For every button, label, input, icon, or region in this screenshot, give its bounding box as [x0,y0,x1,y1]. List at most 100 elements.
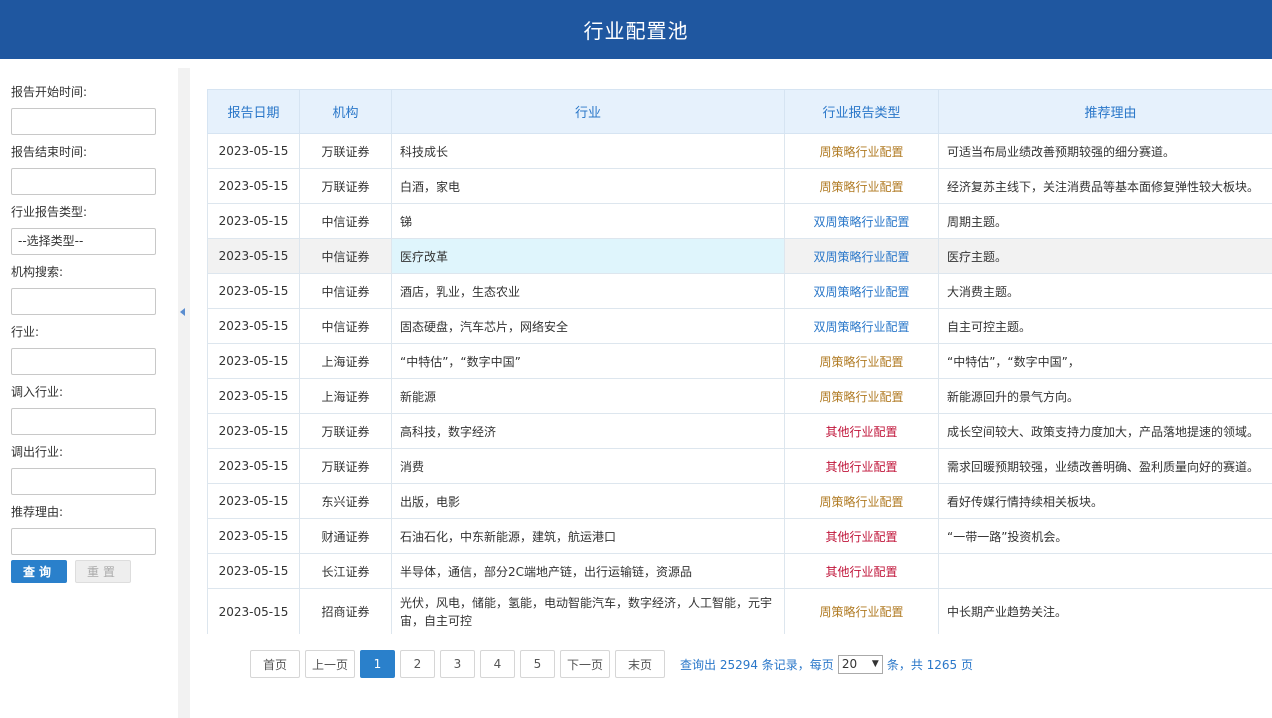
cell-industry: “中特估”，“数字中国” [391,343,785,379]
page-button-4[interactable]: 4 [480,650,515,678]
cell-date: 2023-05-15 [207,518,300,554]
in-industry-input[interactable] [11,408,156,435]
cell-org: 万联证券 [299,168,392,204]
filter-report-type: 行业报告类型: --选择类型-- [11,203,156,255]
cell-report-type: 双周策略行业配置 [784,308,939,344]
cell-org: 万联证券 [299,413,392,449]
table-row[interactable]: 2023-05-15 万联证券 白酒，家电 周策略行业配置 经济复苏主线下，关注… [207,168,1272,204]
next-page-button[interactable]: 下一页 [560,650,610,678]
cell-industry: 出版，电影 [391,483,785,519]
summary-prefix: 查询出 25294 条记录，每页 [680,657,834,672]
cell-report-type: 其他行业配置 [784,448,939,484]
cell-report-type: 其他行业配置 [784,553,939,589]
cell-report-type: 其他行业配置 [784,413,939,449]
report-type-label: 行业报告类型: [11,205,88,219]
cell-org: 中信证券 [299,238,392,274]
reset-button[interactable]: 重置 [75,560,131,583]
org-search-input[interactable] [11,288,156,315]
cell-reason: 经济复苏主线下，关注消费品等基本面修复弹性较大板块。 [938,168,1272,204]
cell-date: 2023-05-15 [207,413,300,449]
cell-org: 中信证券 [299,308,392,344]
cell-industry: 白酒，家电 [391,168,785,204]
reason-input[interactable] [11,528,156,555]
industry-label: 行业: [11,325,40,339]
page-button-2[interactable]: 2 [400,650,435,678]
cell-date: 2023-05-15 [207,553,300,589]
cell-date: 2023-05-15 [207,483,300,519]
prev-page-button[interactable]: 上一页 [305,650,355,678]
out-industry-input[interactable] [11,468,156,495]
cell-date: 2023-05-15 [207,343,300,379]
summary-suffix: 条，共 1265 页 [886,657,973,672]
cell-report-type: 周策略行业配置 [784,343,939,379]
filter-in-industry: 调入行业: [11,383,156,435]
end-date-input[interactable] [11,168,156,195]
page-button-1[interactable]: 1 [360,650,395,678]
table-row[interactable]: 2023-05-15 上海证券 “中特估”，“数字中国” 周策略行业配置 “中特… [207,343,1272,379]
reason-label: 推荐理由: [11,505,64,519]
cell-industry: 高科技，数字经济 [391,413,785,449]
filter-industry: 行业: [11,323,156,375]
table-row[interactable]: 2023-05-15 中信证券 固态硬盘，汽车芯片，网络安全 双周策略行业配置 … [207,308,1272,344]
page-button-5[interactable]: 5 [520,650,555,678]
cell-date: 2023-05-15 [207,273,300,309]
in-industry-label: 调入行业: [11,385,64,399]
cell-org: 中信证券 [299,203,392,239]
org-search-label: 机构搜索: [11,265,64,279]
report-type-select[interactable]: --选择类型-- [11,228,156,255]
filter-end-date: 报告结束时间: [11,143,156,195]
table-row[interactable]: 2023-05-15 东兴证券 出版，电影 周策略行业配置 看好传媒行情持续相关… [207,483,1272,519]
table-row[interactable]: 2023-05-15 上海证券 新能源 周策略行业配置 新能源回升的景气方向。 [207,378,1272,414]
cell-reason: 医疗主题。 [938,238,1272,274]
cell-date: 2023-05-15 [207,378,300,414]
table-row[interactable]: 2023-05-15 中信证券 锑 双周策略行业配置 周期主题。 [207,203,1272,239]
table-row[interactable]: 2023-05-15 财通证券 石油石化，中东新能源，建筑，航运港口 其他行业配… [207,518,1272,554]
start-date-input[interactable] [11,108,156,135]
table-row[interactable]: 2023-05-15 万联证券 科技成长 周策略行业配置 可适当布局业绩改善预期… [207,133,1272,169]
col-header-org: 机构 [299,89,392,134]
cell-reason: 大消费主题。 [938,273,1272,309]
cell-report-type: 周策略行业配置 [784,133,939,169]
cell-reason: “一带一路”投资机会。 [938,518,1272,554]
cell-org: 中信证券 [299,273,392,309]
cell-reason: 需求回暖预期较强，业绩改善明确、盈利质量向好的赛道。 [938,448,1272,484]
start-date-label: 报告开始时间: [11,85,88,99]
cell-report-type: 周策略行业配置 [784,588,939,634]
query-button[interactable]: 查询 [11,560,67,583]
pagination: 首页 上一页 1 2 3 4 5 下一页 末页 查询出 25294 条记录，每页… [250,650,973,678]
table-row[interactable]: 2023-05-15 招商证券 光伏，风电，储能，氢能，电动智能汽车，数字经济，… [207,588,1272,634]
last-page-button[interactable]: 末页 [615,650,665,678]
collapse-arrow-icon[interactable] [180,308,185,316]
cell-org: 东兴证券 [299,483,392,519]
industry-input[interactable] [11,348,156,375]
cell-org: 上海证券 [299,343,392,379]
col-header-type: 行业报告类型 [784,89,939,134]
cell-reason [938,553,1272,589]
cell-date: 2023-05-15 [207,133,300,169]
pagination-summary: 查询出 25294 条记录，每页 20 ▼ 条，共 1265 页 [680,654,973,674]
cell-industry: 半导体，通信，部分2C端地产链，出行运输链，资源品 [391,553,785,589]
cell-report-type: 周策略行业配置 [784,168,939,204]
sidebar-splitter[interactable] [178,68,190,718]
cell-industry: 光伏，风电，储能，氢能，电动智能汽车，数字经济，人工智能，元宇宙，自主可控 [391,588,785,634]
cell-org: 万联证券 [299,133,392,169]
chevron-down-icon: ▼ [871,659,879,669]
table-row[interactable]: 2023-05-15 长江证券 半导体，通信，部分2C端地产链，出行运输链，资源… [207,553,1272,589]
cell-date: 2023-05-15 [207,588,300,634]
end-date-label: 报告结束时间: [11,145,88,159]
page-button-3[interactable]: 3 [440,650,475,678]
cell-industry: 酒店，乳业，生态农业 [391,273,785,309]
cell-industry: 科技成长 [391,133,785,169]
first-page-button[interactable]: 首页 [250,650,300,678]
table-row[interactable]: 2023-05-15 万联证券 高科技，数字经济 其他行业配置 成长空间较大、政… [207,413,1272,449]
table-row[interactable]: 2023-05-15 中信证券 酒店，乳业，生态农业 双周策略行业配置 大消费主… [207,273,1272,309]
page-size-select[interactable]: 20 ▼ [837,654,883,674]
filter-out-industry: 调出行业: [11,443,156,495]
cell-reason: “中特估”，“数字中国”， [938,343,1272,379]
cell-date: 2023-05-15 [207,448,300,484]
cell-reason: 看好传媒行情持续相关板块。 [938,483,1272,519]
cell-reason: 成长空间较大、政策支持力度加大，产品落地提速的领域。 [938,413,1272,449]
table-row-hovered[interactable]: 2023-05-15 中信证券 医疗改革 双周策略行业配置 医疗主题。 [207,238,1272,274]
table-row[interactable]: 2023-05-15 万联证券 消费 其他行业配置 需求回暖预期较强，业绩改善明… [207,448,1272,484]
cell-industry: 新能源 [391,378,785,414]
